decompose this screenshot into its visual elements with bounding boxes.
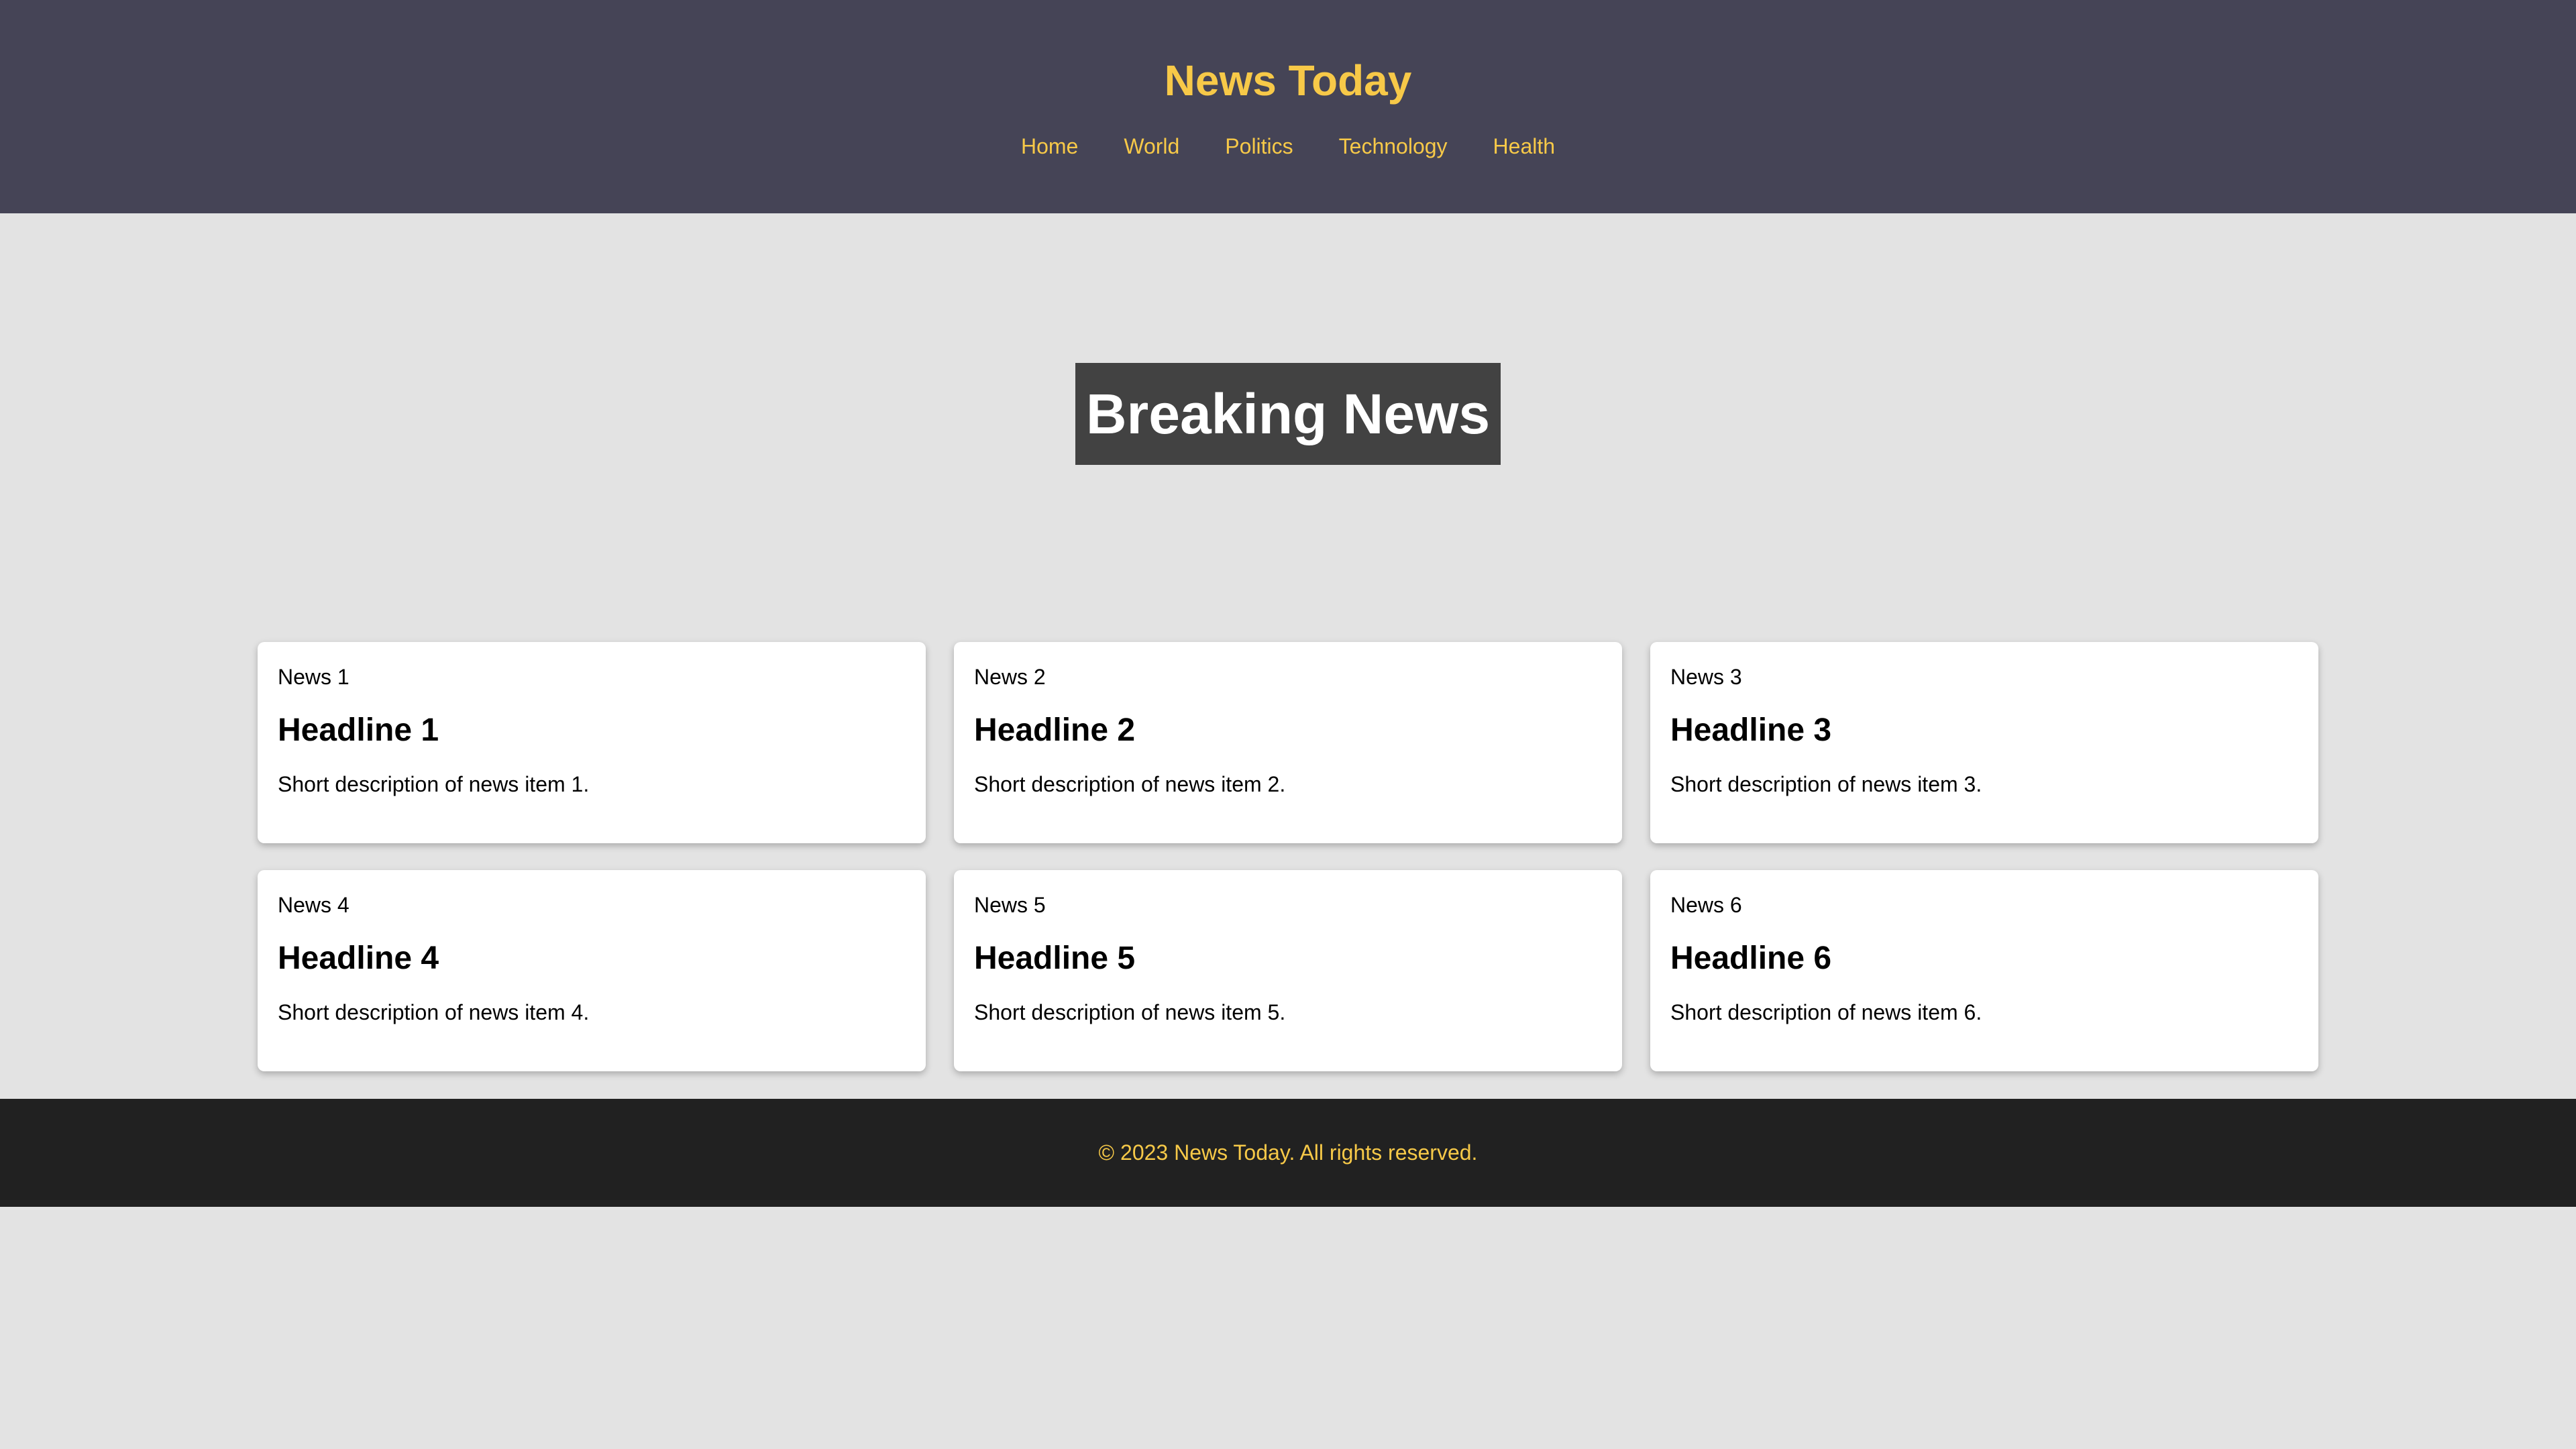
copyright-text: © 2023 News Today. All rights reserved. [1098, 1140, 1478, 1165]
news-headline: Headline 5 [974, 941, 1136, 976]
nav-link-home[interactable]: Home [1021, 131, 1078, 161]
news-card: News 2 Headline 2 Short description of n… [954, 642, 1622, 843]
news-image: News 3 [1670, 662, 2298, 692]
news-description: Short description of news item 4. [278, 1000, 590, 1024]
news-card: News 4 Headline 4 Short description of n… [258, 870, 926, 1071]
news-image-alt: News 4 [278, 893, 350, 917]
nav-link-technology[interactable]: Technology [1339, 131, 1448, 161]
news-headline: Headline 3 [1670, 712, 1832, 748]
main-nav: Home World Politics Technology Health [0, 131, 2576, 161]
news-grid: News 1 Headline 1 Short description of n… [258, 642, 2318, 1071]
news-image-alt: News 2 [974, 665, 1046, 689]
news-headline: Headline 6 [1670, 941, 1832, 976]
news-image: News 2 [974, 662, 1602, 692]
site-header: News Today Home World Politics Technolog… [0, 0, 2576, 213]
news-image-alt: News 6 [1670, 893, 1742, 917]
nav-link-politics[interactable]: Politics [1225, 131, 1293, 161]
hero-title: Breaking News [1075, 363, 1501, 465]
news-card: News 5 Headline 5 Short description of n… [954, 870, 1622, 1071]
news-card: News 3 Headline 3 Short description of n… [1650, 642, 2318, 843]
news-card: News 6 Headline 6 Short description of n… [1650, 870, 2318, 1071]
news-card: News 1 Headline 1 Short description of n… [258, 642, 926, 843]
news-image: News 6 [1670, 890, 2298, 920]
news-image: News 5 [974, 890, 1602, 920]
news-headline: Headline 1 [278, 712, 439, 748]
news-image: News 1 [278, 662, 906, 692]
news-description: Short description of news item 2. [974, 772, 1286, 796]
news-image-alt: News 3 [1670, 665, 1742, 689]
news-description: Short description of news item 3. [1670, 772, 1982, 796]
nav-link-health[interactable]: Health [1493, 131, 1556, 161]
news-description: Short description of news item 1. [278, 772, 590, 796]
news-image: News 4 [278, 890, 906, 920]
news-headline: Headline 4 [278, 941, 439, 976]
news-headline: Headline 2 [974, 712, 1136, 748]
news-image-alt: News 5 [974, 893, 1046, 917]
site-footer: © 2023 News Today. All rights reserved. [0, 1099, 2576, 1207]
nav-link-world[interactable]: World [1124, 131, 1179, 161]
news-image-alt: News 1 [278, 665, 350, 689]
news-description: Short description of news item 6. [1670, 1000, 1982, 1024]
news-description: Short description of news item 5. [974, 1000, 1286, 1024]
site-title: News Today [1164, 56, 1412, 105]
